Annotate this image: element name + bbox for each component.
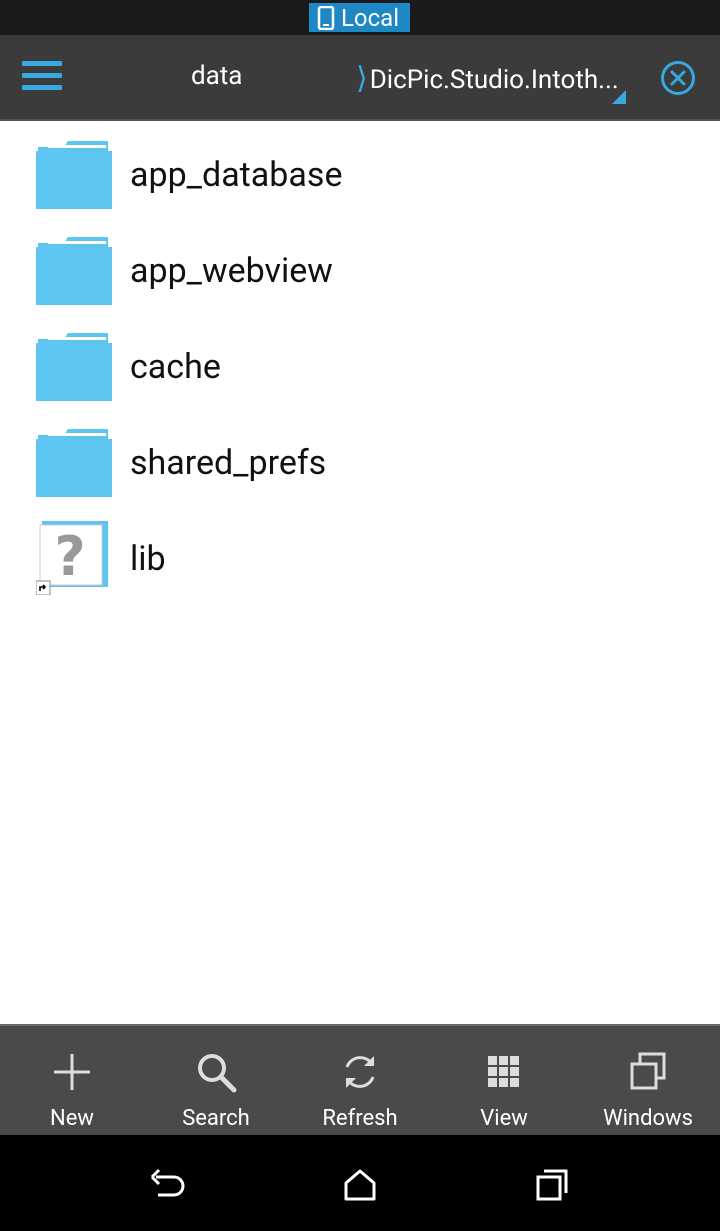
view-button[interactable]: View	[432, 1026, 576, 1135]
file-name: cache	[130, 347, 221, 387]
home-icon[interactable]	[340, 1165, 380, 1205]
file-name: shared_prefs	[130, 443, 327, 483]
windows-icon	[630, 1052, 666, 1090]
list-item[interactable]: shared_prefs	[0, 411, 720, 507]
list-item[interactable]: ? lib	[0, 507, 720, 603]
windows-button[interactable]: Windows	[576, 1026, 720, 1135]
svg-text:?: ?	[54, 525, 85, 588]
list-item[interactable]: app_database	[0, 123, 720, 219]
file-name: lib	[130, 539, 166, 579]
path-dropdown-indicator-icon[interactable]	[612, 90, 626, 104]
refresh-label: Refresh	[322, 1106, 398, 1131]
menu-icon[interactable]	[22, 61, 62, 95]
search-button[interactable]: Search	[144, 1026, 288, 1135]
folder-icon	[36, 333, 112, 401]
file-name: app_webview	[130, 251, 333, 291]
system-nav-bar	[0, 1135, 720, 1231]
search-icon	[198, 1054, 237, 1093]
chevron-right-icon: ⟩	[356, 61, 368, 96]
new-label: New	[50, 1106, 94, 1131]
refresh-icon	[345, 1056, 375, 1088]
top-toolbar: data ⟩DicPic.Studio.Intoth...	[0, 35, 720, 121]
status-bar: Local	[0, 0, 720, 35]
folder-icon	[36, 429, 112, 497]
path-root[interactable]: data	[191, 61, 242, 91]
windows-label: Windows	[603, 1106, 693, 1131]
refresh-button[interactable]: Refresh	[288, 1026, 432, 1135]
grid-icon	[488, 1056, 519, 1087]
location-label: Local	[341, 3, 400, 32]
unknown-file-icon: ?	[36, 521, 108, 595]
phone-icon	[317, 5, 335, 30]
bottom-toolbar: New Search Refresh View Windows	[0, 1024, 720, 1135]
close-circle-icon[interactable]	[660, 60, 696, 96]
folder-icon	[36, 141, 112, 209]
file-list: app_database app_webview cache shared_pr…	[0, 123, 720, 603]
folder-icon	[36, 237, 112, 305]
search-label: Search	[182, 1106, 250, 1131]
list-item[interactable]: cache	[0, 315, 720, 411]
file-name: app_database	[130, 155, 343, 195]
new-button[interactable]: New	[0, 1026, 144, 1135]
location-badge[interactable]: Local	[309, 3, 410, 32]
path-current-label: DicPic.Studio.Intoth...	[369, 65, 619, 95]
back-icon[interactable]	[148, 1165, 188, 1205]
view-label: View	[480, 1106, 528, 1131]
recents-icon[interactable]	[532, 1165, 572, 1205]
list-item[interactable]: app_webview	[0, 219, 720, 315]
path-current[interactable]: ⟩DicPic.Studio.Intoth...	[356, 61, 636, 96]
plus-icon	[54, 1054, 90, 1090]
